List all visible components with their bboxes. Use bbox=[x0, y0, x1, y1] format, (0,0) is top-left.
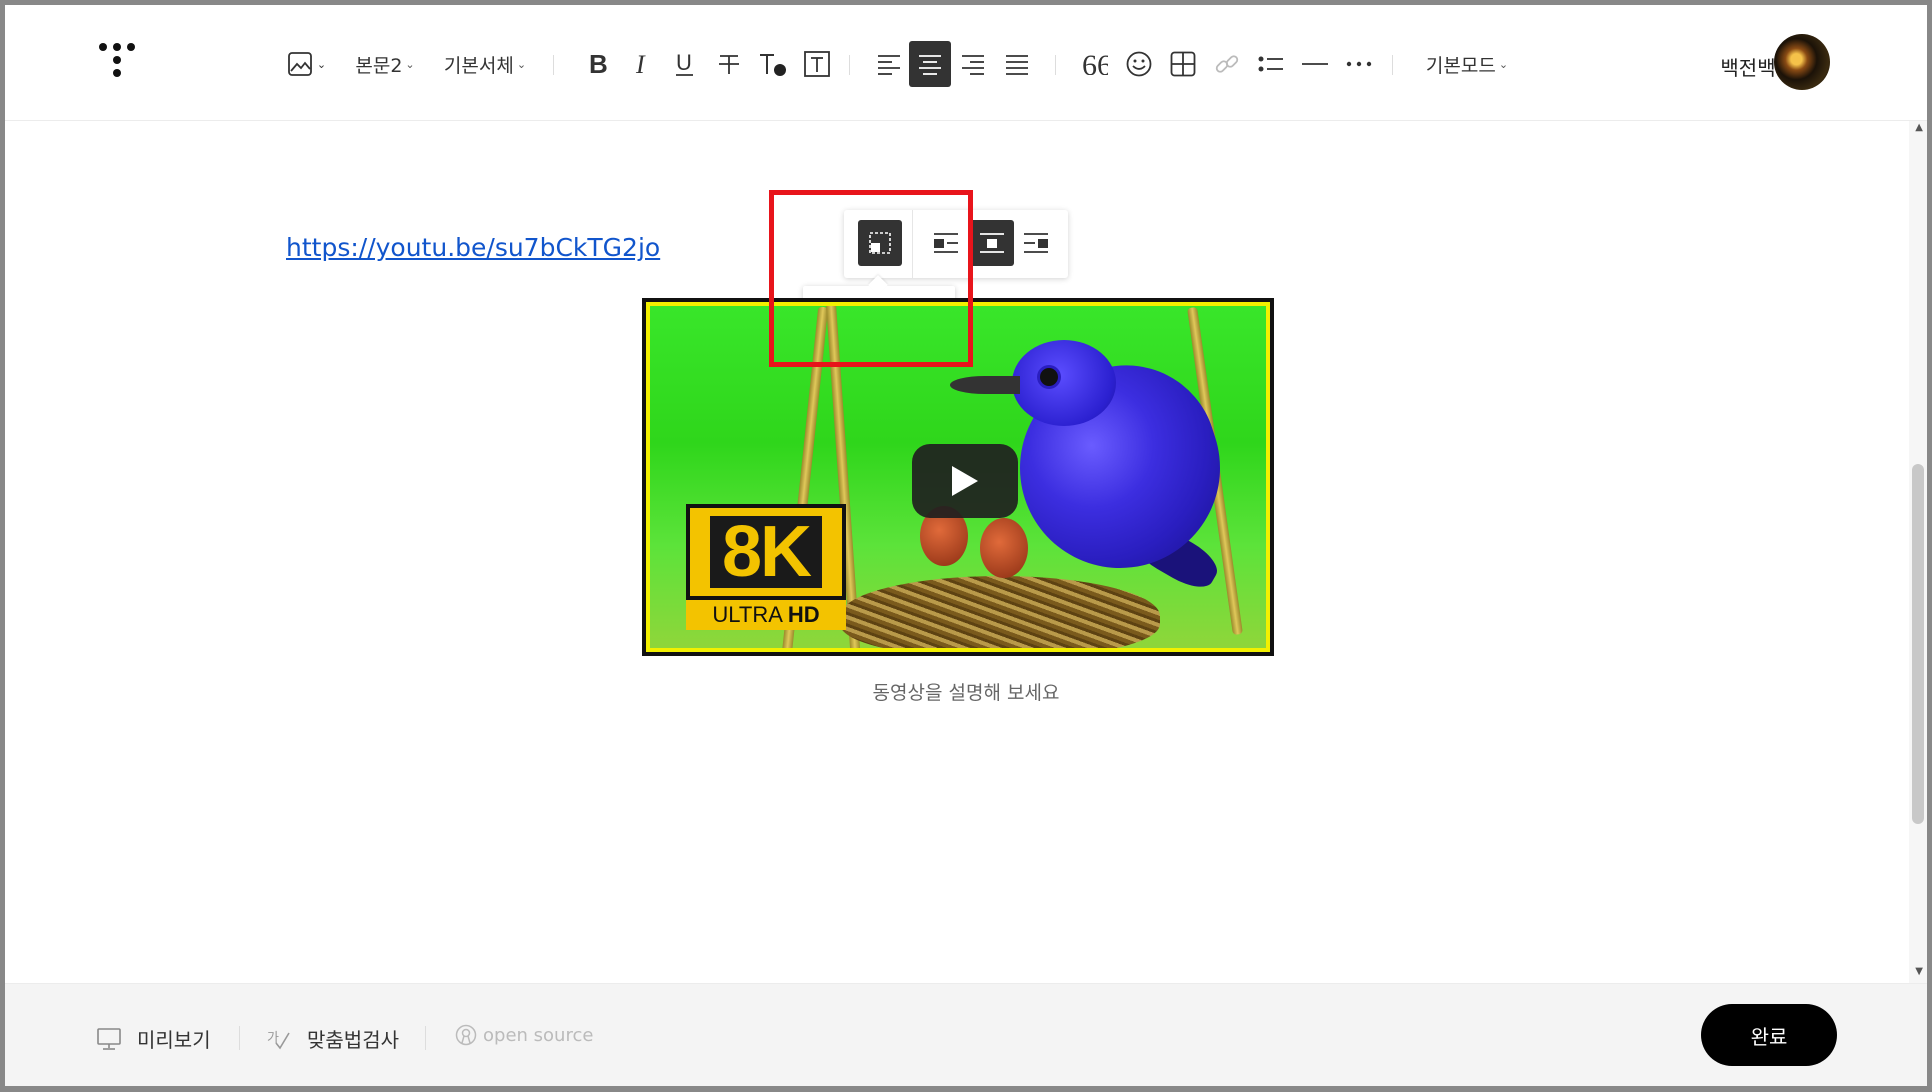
editor-mode-dropdown[interactable]: 기본모드 ⌄ bbox=[1417, 41, 1517, 87]
table-icon bbox=[1170, 51, 1196, 77]
align-center-block-button[interactable] bbox=[970, 220, 1014, 266]
align-left-button[interactable] bbox=[869, 41, 909, 87]
float-right-icon bbox=[1024, 233, 1048, 253]
monitor-icon bbox=[97, 1027, 121, 1050]
align-center-block-icon bbox=[980, 233, 1004, 253]
chevron-down-icon: ⌄ bbox=[1498, 57, 1509, 71]
highlight-box bbox=[769, 190, 973, 367]
svg-text:66: 66 bbox=[1082, 53, 1108, 75]
horizontal-line-button[interactable] bbox=[1295, 41, 1335, 87]
strikethrough-icon bbox=[719, 55, 739, 74]
youtube-link[interactable]: https://youtu.be/su7bCkTG2jo bbox=[286, 233, 660, 262]
align-center-icon bbox=[919, 55, 941, 75]
link-button[interactable] bbox=[1207, 41, 1247, 87]
bulleted-list-icon bbox=[1258, 56, 1283, 72]
text-color-button[interactable] bbox=[753, 41, 793, 87]
quote-button[interactable]: 66 bbox=[1075, 41, 1115, 87]
align-justify-button[interactable] bbox=[997, 41, 1037, 87]
open-source-icon bbox=[455, 1024, 477, 1046]
float-right-button[interactable] bbox=[1014, 220, 1058, 266]
text-background-button[interactable] bbox=[797, 41, 837, 87]
play-button[interactable] bbox=[912, 444, 1018, 518]
bold-button[interactable]: B bbox=[577, 41, 617, 87]
bold-icon: B bbox=[589, 51, 608, 77]
align-right-icon bbox=[962, 55, 984, 75]
paragraph-style-dropdown[interactable]: 본문2 ⌄ bbox=[351, 41, 419, 87]
bulleted-list-button[interactable] bbox=[1251, 41, 1291, 87]
chevron-down-icon: ⌄ bbox=[516, 57, 527, 71]
tistory-logo-icon[interactable] bbox=[99, 43, 149, 93]
svg-text:I: I bbox=[635, 51, 646, 77]
text-background-icon bbox=[804, 51, 830, 77]
image-icon bbox=[287, 52, 312, 76]
align-justify-icon bbox=[1006, 55, 1028, 75]
editor-header: ⌄ 본문2 ⌄ 기본서체 ⌄ B I U 66 기본모드 ⌄ 백전백승 bbox=[5, 5, 1927, 121]
align-left-icon bbox=[878, 55, 900, 75]
emoticon-button[interactable] bbox=[1119, 41, 1159, 87]
svg-text:B: B bbox=[589, 51, 608, 77]
toolbar-separator bbox=[1055, 55, 1056, 75]
footer-separator bbox=[425, 1026, 426, 1050]
italic-icon: I bbox=[635, 51, 646, 77]
footer-separator bbox=[239, 1026, 240, 1050]
avatar[interactable] bbox=[1774, 34, 1830, 90]
scroll-up-arrow-icon[interactable]: ▲ bbox=[1915, 122, 1923, 133]
8k-badge: 8K ULTRA HD bbox=[686, 504, 846, 630]
play-icon bbox=[952, 466, 978, 496]
chevron-down-icon: ⌄ bbox=[405, 57, 415, 71]
quote-icon: 66 bbox=[1082, 53, 1108, 75]
more-icon bbox=[1346, 61, 1372, 67]
more-button[interactable] bbox=[1339, 41, 1379, 87]
video-caption-input[interactable]: 동영상을 설명해 보세요 bbox=[0, 678, 1932, 705]
underline-icon: U bbox=[676, 50, 693, 76]
italic-button[interactable]: I bbox=[621, 41, 661, 87]
editor-footer: 미리보기 가 맞춤법검사 open source 완료 bbox=[5, 983, 1927, 1087]
toolbar-separator bbox=[1392, 55, 1393, 75]
align-right-button[interactable] bbox=[953, 41, 993, 87]
done-button[interactable]: 완료 bbox=[1701, 1004, 1837, 1066]
toolbar-separator bbox=[849, 55, 850, 75]
font-family-dropdown[interactable]: 기본서체 ⌄ bbox=[437, 41, 533, 87]
align-center-button[interactable] bbox=[909, 41, 951, 87]
scrollbar-thumb[interactable] bbox=[1912, 464, 1924, 824]
emoticon-icon bbox=[1126, 51, 1152, 77]
preview-button[interactable]: 미리보기 bbox=[97, 1024, 211, 1053]
svg-text:U: U bbox=[676, 50, 692, 75]
nest-shape bbox=[840, 576, 1160, 648]
link-icon bbox=[1215, 55, 1239, 73]
toolbar-separator bbox=[553, 55, 554, 75]
spellcheck-icon: 가 bbox=[267, 1031, 290, 1049]
strikethrough-button[interactable] bbox=[709, 41, 749, 87]
image-insert-button[interactable]: ⌄ bbox=[285, 41, 329, 87]
open-source-link[interactable]: open source bbox=[455, 1024, 593, 1046]
underline-button[interactable]: U bbox=[665, 41, 705, 87]
spellcheck-button[interactable]: 가 맞춤법검사 bbox=[267, 1024, 399, 1053]
text-color-icon bbox=[760, 54, 786, 76]
scroll-down-arrow-icon[interactable]: ▼ bbox=[1915, 966, 1923, 977]
table-button[interactable] bbox=[1163, 41, 1203, 87]
horizontal-line-icon bbox=[1302, 63, 1328, 65]
